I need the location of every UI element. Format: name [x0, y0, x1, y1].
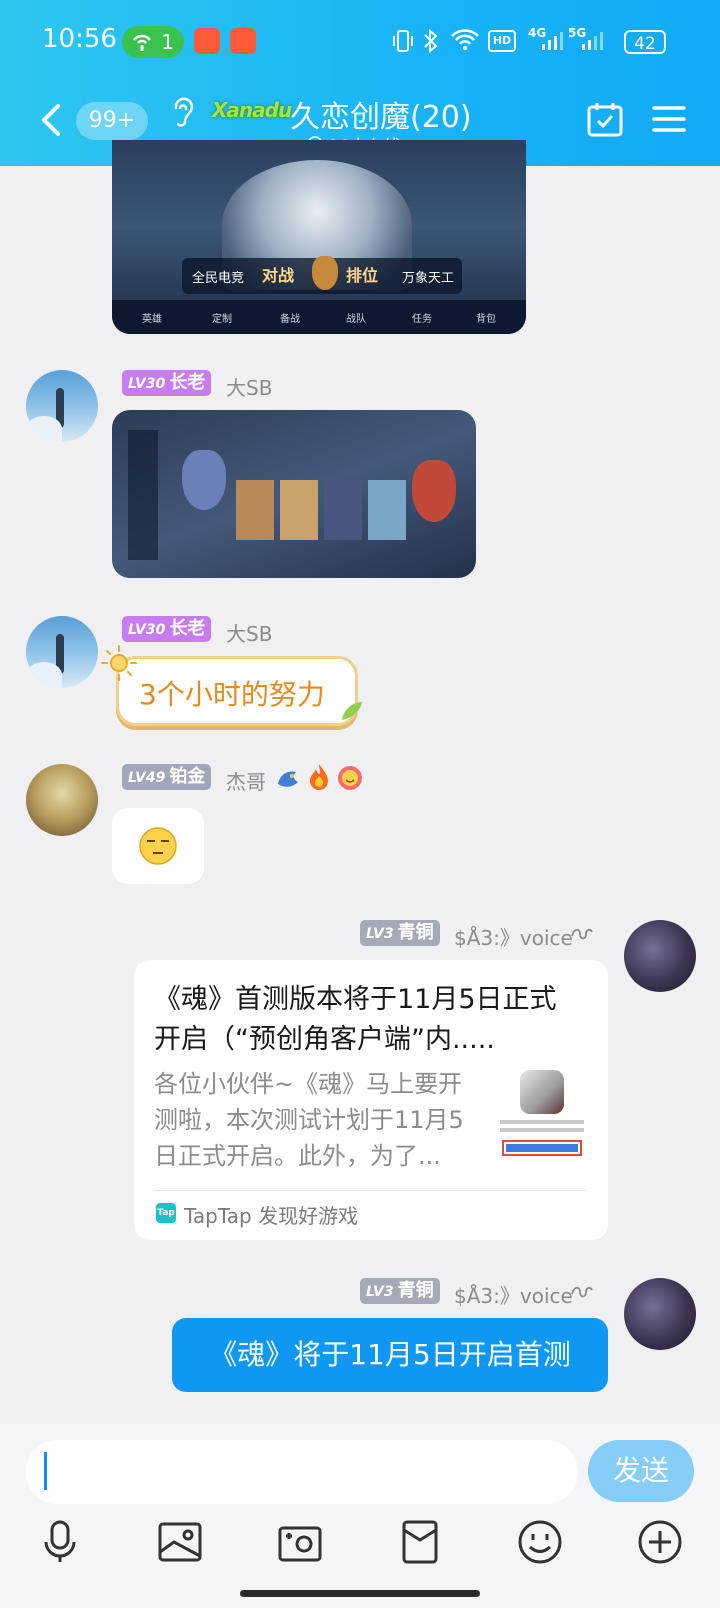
wifi-icon	[451, 29, 479, 51]
card-source: TapTap 发现好游戏	[184, 1204, 359, 1228]
plus-icon[interactable]	[636, 1518, 684, 1566]
rank-emblem	[312, 256, 338, 290]
hero-portrait	[280, 480, 318, 540]
notification-app-icon	[230, 28, 256, 54]
match-result-image[interactable]	[112, 410, 476, 578]
hero-portrait	[324, 480, 362, 540]
game-tab: 备战	[280, 314, 300, 325]
game-tab: 英雄	[142, 314, 162, 325]
unread-count-badge[interactable]: 99+	[76, 102, 148, 140]
emoji-bubble[interactable]	[112, 808, 204, 884]
rank-title: 青铜	[397, 922, 434, 943]
game-app-icon	[520, 1070, 564, 1114]
battery-indicator: 42	[624, 30, 666, 54]
game-tab: 背包	[476, 314, 496, 325]
dragon-badge-icon	[278, 771, 298, 787]
game-tab: 战队	[346, 314, 366, 325]
group-logo: Xanadu	[212, 98, 292, 122]
game-label: 全民电竞	[192, 271, 245, 286]
wave-glyph-icon	[571, 928, 593, 940]
back-button[interactable]	[36, 100, 66, 140]
rank-emblem	[412, 460, 456, 522]
smile-badge-icon	[338, 766, 362, 790]
game-tab: 任务	[412, 314, 432, 325]
sender-nickname[interactable]: 大SB	[226, 372, 272, 401]
rank-title: 青铜	[397, 1280, 434, 1301]
game-label: 对战	[262, 266, 295, 285]
hero-portrait	[368, 480, 406, 540]
level-tag: LV3 青铜	[360, 920, 440, 946]
sender-nickname[interactable]: $Å3:》voice	[454, 922, 573, 951]
text-caret	[44, 1452, 47, 1490]
emoji-icon[interactable]	[516, 1518, 564, 1566]
game-label: 万象天工	[402, 271, 455, 286]
calendar-icon[interactable]	[586, 100, 624, 138]
level-number: LV30	[128, 622, 166, 638]
status-bar: 10:56 1 HD 4G 5G 42	[0, 0, 720, 80]
avatar[interactable]	[624, 1278, 696, 1350]
wave-glyph-icon	[571, 1286, 593, 1298]
avatar[interactable]	[26, 616, 98, 688]
card-thumbnail	[496, 1070, 588, 1160]
sender-nickname[interactable]: 大SB	[226, 618, 272, 647]
rank-emblem	[182, 450, 226, 510]
level-number: LV3	[366, 1284, 394, 1300]
level-tag: LV3 青铜	[360, 1278, 440, 1304]
camera-icon[interactable]	[276, 1518, 324, 1566]
message-bubble[interactable]: 《魂》将于11月5日开启首测	[172, 1318, 608, 1392]
level-number: LV3	[366, 926, 394, 942]
vibrate-icon	[393, 30, 413, 52]
message-input[interactable]	[26, 1440, 578, 1504]
level-tag: LV49 铂金	[122, 764, 212, 790]
fire-badge-icon	[310, 764, 328, 790]
leaf-sticker-icon	[342, 702, 362, 720]
bluetooth-icon	[424, 28, 438, 54]
ear-mode-icon[interactable]	[170, 96, 196, 128]
send-button[interactable]: 发送	[588, 1440, 694, 1502]
rank-title: 长老	[169, 372, 206, 393]
home-indicator[interactable]	[240, 1590, 480, 1597]
hero-portrait	[236, 480, 274, 540]
rank-title: 长老	[169, 618, 206, 639]
hd-icon: HD	[488, 30, 516, 52]
message-text: 3个小时的努力	[139, 678, 325, 711]
hotspot-icon	[133, 34, 151, 51]
level-tag: LV30 长老	[122, 616, 212, 642]
card-title: 《魂》首测版本将于11月5日正式开启（“预创角客户端”内.....	[154, 984, 557, 1055]
menu-icon[interactable]	[652, 104, 686, 134]
speechless-emoji-icon	[139, 827, 177, 865]
level-tag: LV30 长老	[122, 370, 212, 396]
text-bubble[interactable]: 3个小时的努力	[116, 656, 358, 726]
hotspot-count: 1	[161, 30, 174, 54]
avatar[interactable]	[26, 764, 98, 836]
sun-sticker-icon	[101, 645, 137, 681]
avatar[interactable]	[624, 920, 696, 992]
sender-nickname[interactable]: $Å3:》voice	[454, 1280, 573, 1309]
avatar[interactable]	[26, 370, 98, 442]
signal-4g-icon	[542, 32, 563, 50]
game-screenshot-image[interactable]: 全民电竞 对战 排位 万象天工 英雄 定制 备战 战队 任务 背包	[112, 140, 526, 334]
microphone-icon[interactable]	[36, 1518, 84, 1566]
level-number: LV30	[128, 376, 166, 392]
taptap-icon: Tap	[156, 1203, 176, 1223]
level-number: LV49	[128, 770, 166, 786]
game-tab: 定制	[212, 314, 232, 325]
status-time: 10:56	[42, 24, 117, 54]
notification-app-icon	[194, 28, 220, 54]
hotspot-badge: 1	[122, 26, 184, 58]
group-title[interactable]: 久恋创魔(20)	[290, 92, 472, 136]
rank-title: 铂金	[169, 766, 206, 787]
image-icon[interactable]	[156, 1518, 204, 1566]
sender-nickname[interactable]: 杰哥	[226, 766, 266, 795]
signal-5g-icon	[582, 32, 603, 50]
red-packet-icon[interactable]	[396, 1518, 444, 1566]
card-description: 各位小伙伴~《魂》马上要开测啦，本次测试计划于11月5日正式开启。此外，为了..…	[154, 1070, 464, 1170]
game-label: 排位	[346, 266, 379, 285]
